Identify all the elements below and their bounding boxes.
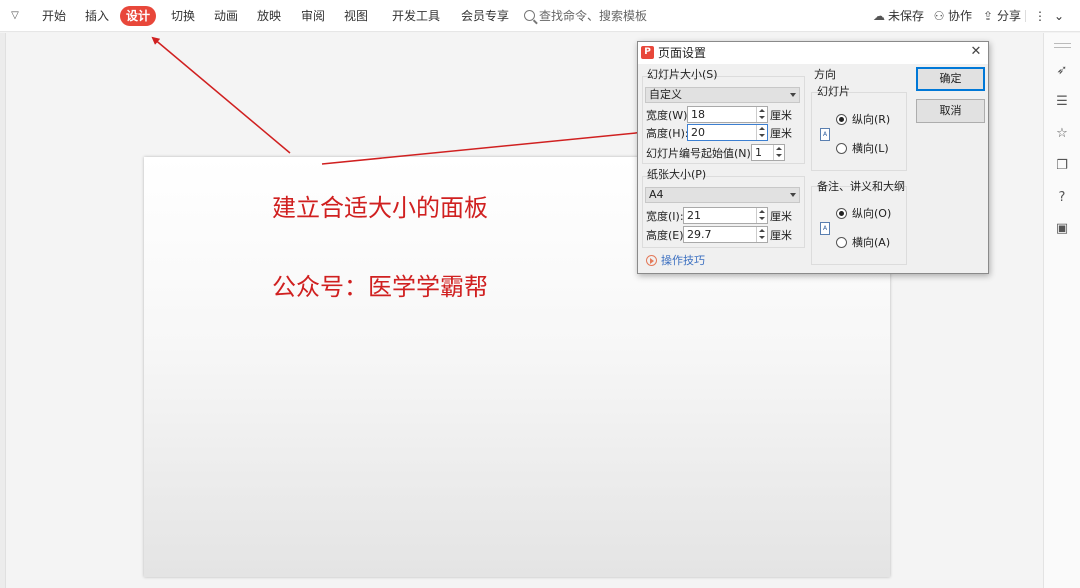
notes-label: 备注、讲义和大纲 (817, 180, 905, 193)
ok-button[interactable]: 确定 (916, 67, 985, 91)
tab-insert[interactable]: 插入 (79, 6, 115, 26)
thumbnail-pane-edge[interactable] (0, 33, 6, 588)
unsaved-button[interactable]: ☁ 未保存 (872, 6, 924, 26)
spinner-icon[interactable] (756, 227, 767, 242)
star-icon[interactable]: ☆ (1053, 125, 1071, 143)
play-circle-icon (646, 255, 657, 266)
numbering-field[interactable]: 1 (751, 144, 785, 161)
numbering-value: 1 (755, 146, 762, 159)
height-label: 高度(H): (646, 127, 689, 140)
spinner-icon[interactable] (756, 208, 767, 223)
unit-label: 厘米 (770, 210, 792, 223)
wps-logo-icon: P (641, 46, 654, 59)
cloud-icon: ☁ (873, 9, 885, 23)
more-icon[interactable]: ⋮ (1034, 6, 1046, 26)
slides-landscape-radio[interactable] (836, 143, 847, 154)
paper-size-value: A4 (649, 188, 664, 201)
width-label: 宽度(W): (646, 109, 692, 122)
search-placeholder: 查找命令、搜索模板 (539, 9, 648, 23)
paper-size-label: 纸张大小(P) (647, 168, 707, 181)
rocket-icon[interactable]: ➶ (1053, 62, 1071, 80)
right-sidebar: ➶ ☰ ☆ ❐ ? ▣ (1043, 33, 1080, 588)
share-button[interactable]: ⇪ 分享 (981, 6, 1021, 26)
notes-landscape-radio[interactable] (836, 237, 847, 248)
tab-slideshow[interactable]: 放映 (251, 6, 287, 26)
tab-view[interactable]: 视图 (338, 6, 374, 26)
page-portrait-icon: A (820, 222, 830, 235)
caret-down-icon (790, 93, 796, 97)
collapse-ribbon-icon[interactable]: ⌄ (1054, 6, 1064, 26)
paper-height-label: 高度(E): (646, 229, 688, 242)
notes-portrait-radio[interactable] (836, 208, 847, 219)
tab-transition[interactable]: 切换 (165, 6, 201, 26)
notes-portrait-label[interactable]: 纵向(O) (852, 207, 891, 221)
unit-label: 厘米 (770, 109, 792, 122)
width-value: 18 (691, 108, 705, 121)
slides-portrait-radio[interactable] (836, 114, 847, 125)
ribbon-toolbar: ▽ 开始 插入 设计 切换 动画 放映 审阅 视图 开发工具 会员专享 查找命令… (0, 0, 1080, 32)
tab-start[interactable]: 开始 (36, 6, 72, 26)
orientation-label: 方向 (814, 68, 836, 81)
help-icon[interactable]: ? (1053, 189, 1071, 207)
paper-size-select[interactable]: A4 (645, 187, 800, 203)
slide-size-value: 自定义 (649, 88, 682, 101)
page-setup-dialog: P 页面设置 ✕ 幻灯片大小(S) 自定义 宽度(W): 18 厘米 高度(H)… (637, 41, 989, 274)
sliders-icon[interactable]: ☰ (1053, 93, 1071, 111)
paper-width-label: 宽度(I): (646, 210, 684, 223)
unsaved-label: 未保存 (888, 9, 925, 23)
page-portrait-icon: A (820, 128, 830, 141)
tab-developer[interactable]: 开发工具 (386, 6, 446, 26)
paper-width-value: 21 (687, 209, 701, 222)
caret-down-icon (790, 193, 796, 197)
dialog-titlebar[interactable]: P 页面设置 ✕ (638, 42, 988, 64)
command-search[interactable]: 查找命令、搜索模板 (524, 6, 647, 26)
spinner-icon[interactable] (756, 125, 767, 140)
paper-height-value: 29.7 (687, 228, 712, 241)
slides-landscape-label[interactable]: 横向(L) (852, 142, 889, 156)
tips-label: 操作技巧 (661, 254, 705, 267)
tab-review[interactable]: 审阅 (295, 6, 331, 26)
tab-animation[interactable]: 动画 (208, 6, 244, 26)
chevron-down-icon[interactable]: ▽ (8, 9, 22, 23)
cancel-button[interactable]: 取消 (916, 99, 985, 123)
unit-label: 厘米 (770, 229, 792, 242)
tab-design[interactable]: 设计 (120, 6, 157, 26)
share-label: 分享 (997, 9, 1022, 23)
slide-size-select[interactable]: 自定义 (645, 87, 800, 103)
search-icon (524, 10, 535, 21)
collaborate-button[interactable]: ⚇ 协作 (932, 6, 972, 26)
copy-icon[interactable]: ❐ (1053, 157, 1071, 175)
unit-label: 厘米 (770, 127, 792, 140)
slide-text-account[interactable]: 公众号：医学学霸帮 (272, 267, 488, 302)
spinner-icon[interactable] (756, 107, 767, 122)
paper-width-field[interactable]: 21 (683, 207, 768, 224)
tips-link[interactable]: 操作技巧 (646, 254, 705, 268)
share-icon: ⇪ (982, 9, 994, 23)
grip-icon (1054, 43, 1071, 48)
slides-portrait-label[interactable]: 纵向(R) (852, 113, 890, 127)
close-icon[interactable]: ✕ (968, 44, 984, 60)
spinner-icon[interactable] (773, 145, 784, 160)
numbering-label: 幻灯片编号起始值(N): (646, 147, 755, 160)
tab-member[interactable]: 会员专享 (455, 6, 515, 26)
slides-label: 幻灯片 (817, 85, 850, 98)
dialog-title: 页面设置 (658, 46, 707, 60)
slide-text-title[interactable]: 建立合适大小的面板 (272, 188, 488, 223)
notes-landscape-label[interactable]: 横向(A) (852, 236, 890, 250)
divider (1025, 10, 1026, 22)
user-icon: ⚇ (933, 9, 945, 23)
gallery-icon[interactable]: ▣ (1053, 220, 1071, 238)
height-field[interactable]: 20 (687, 124, 768, 141)
height-value: 20 (691, 126, 705, 139)
paper-height-field[interactable]: 29.7 (683, 226, 768, 243)
collaborate-label: 协作 (948, 9, 973, 23)
slide-size-label: 幻灯片大小(S) (647, 68, 718, 81)
width-field[interactable]: 18 (687, 106, 768, 123)
